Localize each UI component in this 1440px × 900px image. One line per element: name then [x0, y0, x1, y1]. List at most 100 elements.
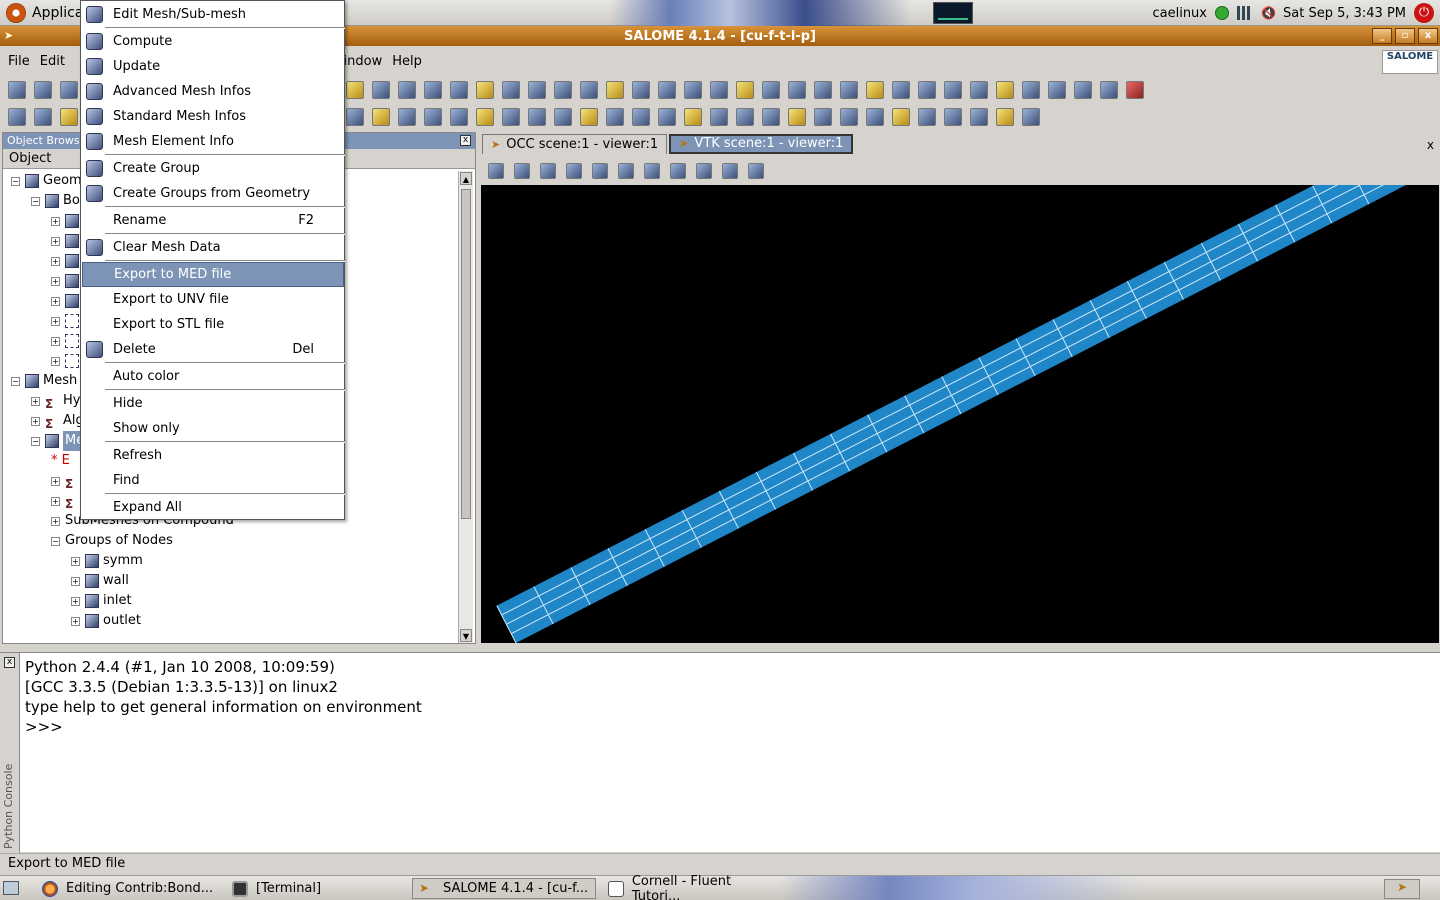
network-icon[interactable] — [1237, 6, 1253, 20]
toolbar-tool-icon[interactable] — [996, 108, 1014, 126]
scroll-thumb[interactable] — [461, 189, 471, 519]
viewer-tool-icon[interactable] — [722, 163, 738, 179]
toolbar-tool-icon[interactable] — [996, 81, 1014, 99]
vtk-viewport[interactable] — [481, 185, 1439, 643]
python-console[interactable]: x Python Console Python 2.4.4 (#1, Jan 1… — [0, 652, 1440, 853]
menu-item-create-groups-from-geometry[interactable]: Create Groups from Geometry — [82, 181, 344, 206]
toolbar-tool-icon[interactable] — [580, 81, 598, 99]
tab-occ-viewer[interactable]: ➤ OCC scene:1 - viewer:1 — [482, 134, 668, 154]
toolbar-tool-icon[interactable] — [762, 81, 780, 99]
tree-row[interactable]: − Me — [31, 431, 87, 451]
object-browser-scrollbar[interactable]: ▲ ▼ — [458, 171, 473, 643]
menu-item-find[interactable]: Find — [82, 468, 344, 493]
tree-row[interactable]: − Mesh — [11, 371, 77, 391]
tree-row[interactable]: + wall — [71, 571, 129, 591]
toolbar-tool-icon[interactable] — [632, 81, 650, 99]
toolbar-tool-icon[interactable] — [398, 81, 416, 99]
toolbar-tool-icon[interactable] — [814, 81, 832, 99]
toolbar-tool-icon[interactable] — [424, 108, 442, 126]
minimize-button[interactable]: _ — [1372, 28, 1392, 44]
toolbar-tool-icon[interactable] — [840, 108, 858, 126]
tree-row[interactable]: + — [51, 271, 83, 291]
menu-help[interactable]: Help — [392, 54, 422, 69]
clock[interactable]: Sat Sep 5, 3:43 PM — [1283, 6, 1406, 21]
menu-item-hide[interactable]: Hide — [82, 391, 344, 416]
toolbar-tool-icon[interactable] — [710, 81, 728, 99]
close-icon[interactable]: x — [460, 135, 471, 146]
viewer-tool-icon[interactable] — [644, 163, 660, 179]
toolbar-tool-icon[interactable] — [60, 108, 78, 126]
menu-item-refresh[interactable]: Refresh — [82, 443, 344, 468]
tree-row[interactable]: + Σ Alg — [31, 411, 84, 431]
menu-item-standard-mesh-infos[interactable]: Standard Mesh Infos — [82, 104, 344, 129]
volume-icon[interactable]: 🔇 — [1261, 6, 1276, 20]
task-document[interactable]: Cornell - Fluent Tutori... — [602, 874, 782, 900]
toolbar-tool-icon[interactable] — [892, 81, 910, 99]
expand-icon[interactable]: + — [31, 396, 40, 406]
viewer-tool-icon[interactable] — [540, 163, 556, 179]
toolbar-tool-icon[interactable] — [1048, 81, 1066, 99]
menu-item-create-group[interactable]: Create Group — [82, 156, 344, 181]
viewer-tool-icon[interactable] — [670, 163, 686, 179]
viewer-tool-icon[interactable] — [566, 163, 582, 179]
toolbar-tool-icon[interactable] — [866, 108, 884, 126]
menu-item-show-only[interactable]: Show only — [82, 416, 344, 441]
viewer-tool-icon[interactable] — [514, 163, 530, 179]
collapse-icon[interactable]: − — [11, 376, 20, 386]
toolbar-tool-icon[interactable] — [346, 108, 364, 126]
collapse-icon[interactable]: − — [51, 536, 60, 546]
tree-row[interactable]: + Σ — [51, 471, 83, 491]
menu-item-mesh-element-info[interactable]: Mesh Element Info — [82, 129, 344, 154]
toolbar-tool-icon[interactable] — [528, 81, 546, 99]
expand-icon[interactable]: + — [51, 256, 60, 266]
expand-icon[interactable]: + — [51, 496, 60, 506]
toolbar-tool-icon[interactable] — [606, 108, 624, 126]
console-prompt[interactable]: >>> — [25, 717, 422, 737]
toolbar-tool-icon[interactable] — [658, 81, 676, 99]
collapse-icon[interactable]: − — [31, 196, 40, 206]
viewer-close-icon[interactable]: x — [1427, 138, 1434, 152]
toolbar-tool-icon[interactable] — [8, 108, 26, 126]
tab-vtk-viewer[interactable]: ➤ VTK scene:1 - viewer:1 — [669, 134, 854, 154]
menu-item-export-to-unv-file[interactable]: Export to UNV file — [82, 287, 344, 312]
toolbar-tool-icon[interactable] — [944, 81, 962, 99]
toolbar-tool-icon[interactable] — [476, 81, 494, 99]
toolbar-tool-icon[interactable] — [918, 108, 936, 126]
toolbar-tool-icon[interactable] — [398, 108, 416, 126]
expand-icon[interactable]: + — [51, 476, 60, 486]
toolbar-tool-icon[interactable] — [736, 108, 754, 126]
toolbar-tool-icon[interactable] — [1100, 81, 1118, 99]
collapse-icon[interactable]: − — [31, 436, 40, 446]
expand-icon[interactable]: + — [51, 296, 60, 306]
toolbar-tool-icon[interactable] — [554, 81, 572, 99]
toolbar-tool-icon[interactable] — [372, 81, 390, 99]
expand-icon[interactable]: + — [31, 416, 40, 426]
menu-file[interactable]: File — [8, 54, 30, 69]
toolbar-tool-icon[interactable] — [580, 108, 598, 126]
toolbar-tool-icon[interactable] — [1074, 81, 1092, 99]
menu-item-auto-color[interactable]: Auto color — [82, 364, 344, 389]
menu-edit[interactable]: Edit — [40, 54, 65, 69]
system-monitor-icon[interactable] — [933, 2, 973, 24]
toolbar-tool-icon[interactable] — [34, 81, 52, 99]
toolbar-tool-icon[interactable] — [814, 108, 832, 126]
menu-item-delete[interactable]: Delete Del — [82, 337, 344, 362]
expand-icon[interactable]: + — [71, 556, 80, 566]
window-menu-icon[interactable]: ➤ — [4, 29, 18, 43]
toolbar-tool-icon[interactable] — [60, 81, 78, 99]
tree-row[interactable]: − Box — [31, 191, 87, 211]
toolbar-tool-icon[interactable] — [710, 108, 728, 126]
task-salome[interactable]: ➤ SALOME 4.1.4 - [cu-f... — [412, 878, 596, 899]
toolbar-tool-icon[interactable] — [1022, 108, 1040, 126]
toolbar-tool-icon[interactable] — [372, 108, 390, 126]
tree-row[interactable]: + — [51, 351, 83, 371]
expand-icon[interactable]: + — [51, 216, 60, 226]
viewer-tool-icon[interactable] — [618, 163, 634, 179]
toolbar-tool-icon[interactable] — [866, 81, 884, 99]
menu-item-clear-mesh-data[interactable]: Clear Mesh Data — [82, 235, 344, 260]
expand-icon[interactable]: + — [51, 356, 60, 366]
toolbar-tool-icon[interactable] — [788, 81, 806, 99]
toolbar-tool-icon[interactable] — [1126, 81, 1144, 99]
expand-icon[interactable]: + — [51, 276, 60, 286]
viewer-tool-icon[interactable] — [592, 163, 608, 179]
